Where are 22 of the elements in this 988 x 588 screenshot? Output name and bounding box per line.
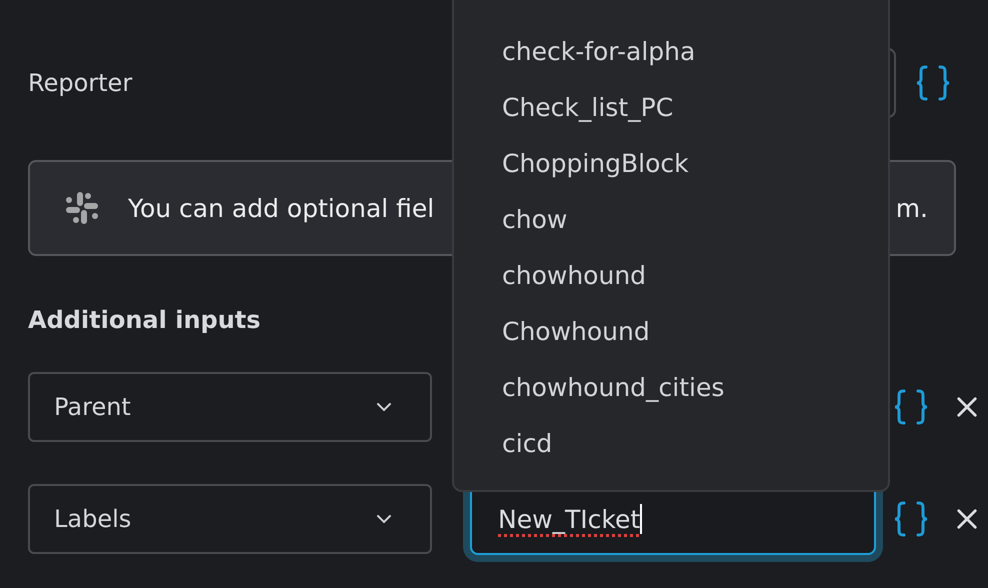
dropdown-option[interactable]: check-for-alpha	[454, 24, 888, 80]
chevron-down-icon	[376, 514, 392, 524]
dropdown-option[interactable]: cicd	[454, 416, 888, 472]
hash-logo-icon	[64, 190, 100, 226]
dropdown-option[interactable]: chowhound	[454, 248, 888, 304]
close-icon[interactable]	[956, 396, 978, 418]
braces-icon[interactable]	[916, 65, 950, 101]
section-heading: Additional inputs	[28, 305, 261, 336]
dropdown-option[interactable]: Check_list_PC	[454, 80, 888, 136]
dropdown-option[interactable]: chow	[454, 192, 888, 248]
dropdown-option[interactable]: Chowhound	[454, 304, 888, 360]
field-select[interactable]: Labels	[28, 484, 432, 554]
braces-icon[interactable]	[894, 501, 928, 537]
field-select[interactable]: Parent	[28, 372, 432, 442]
field-label: Reporter	[28, 69, 134, 97]
close-icon[interactable]	[956, 508, 978, 530]
notice-text: m.	[896, 194, 928, 222]
braces-icon[interactable]	[894, 389, 928, 425]
notice-text: You can add optional fiel	[128, 194, 434, 222]
chevron-down-icon	[376, 402, 392, 412]
dropdown-option[interactable]: chowhound_cities	[454, 360, 888, 416]
dropdown-option[interactable]: ChoppingBlock	[454, 136, 888, 192]
